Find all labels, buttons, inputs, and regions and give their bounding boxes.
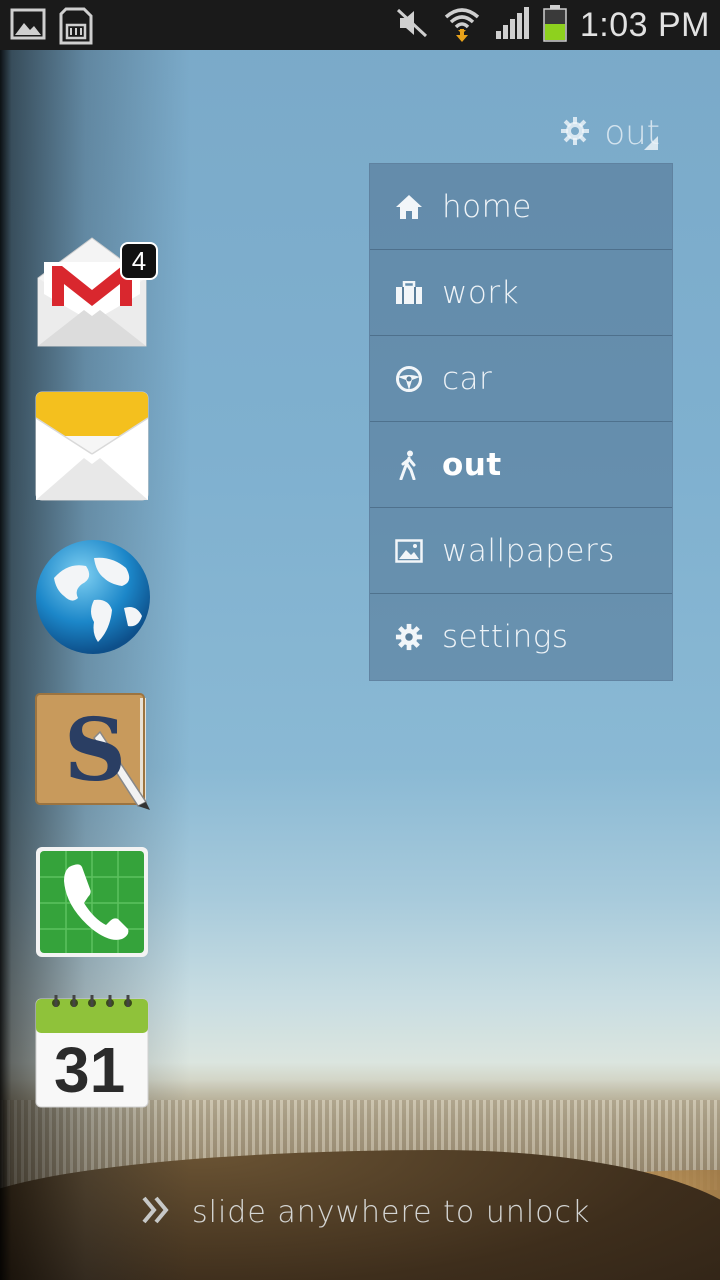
signal-icon xyxy=(494,5,530,45)
app-calendar[interactable]: 31 xyxy=(34,995,150,1111)
gmail-badge: 4 xyxy=(120,242,158,280)
clock: 1:03 PM xyxy=(579,5,710,44)
dropdown-indicator xyxy=(644,136,658,150)
profile-menu: home work car out wallpapers settings xyxy=(369,163,673,681)
walking-icon xyxy=(394,450,424,480)
menu-item-settings[interactable]: settings xyxy=(370,594,672,680)
menu-item-wallpapers[interactable]: wallpapers xyxy=(370,508,672,594)
briefcase-icon xyxy=(394,278,424,308)
status-bar: 1:03 PM xyxy=(0,0,720,50)
menu-item-car[interactable]: car xyxy=(370,336,672,422)
app-email[interactable] xyxy=(34,388,150,504)
gear-icon xyxy=(394,622,424,652)
menu-item-home[interactable]: home xyxy=(370,164,672,250)
lock-screen[interactable]: 1:03 PM out home work car out wallpapers… xyxy=(0,0,720,1280)
mute-icon xyxy=(394,6,430,44)
app-internet[interactable] xyxy=(34,538,150,654)
steering-wheel-icon xyxy=(394,364,424,394)
unlock-hint[interactable]: slide anywhere to unlock xyxy=(140,1190,590,1234)
app-phone[interactable] xyxy=(34,845,150,961)
phone-icon xyxy=(36,847,148,957)
calendar-date: 31 xyxy=(54,1034,126,1106)
home-icon xyxy=(394,192,424,222)
app-gmail[interactable]: 4 xyxy=(34,234,158,350)
gear-icon xyxy=(560,116,590,150)
email-icon xyxy=(35,391,149,501)
unlock-text: slide anywhere to unlock xyxy=(192,1194,591,1230)
menu-item-work[interactable]: work xyxy=(370,250,672,336)
globe-icon xyxy=(36,540,150,654)
s-note-glyph: S xyxy=(64,700,127,801)
sd-card-icon xyxy=(58,7,94,49)
double-chevron-right-icon xyxy=(140,1194,172,1230)
image-icon xyxy=(394,536,424,566)
menu-item-out[interactable]: out xyxy=(370,422,672,508)
gallery-icon xyxy=(10,7,46,49)
wifi-icon xyxy=(442,3,482,47)
badge-count: 4 xyxy=(131,245,147,276)
battery-icon xyxy=(542,4,568,46)
app-s-note[interactable]: S xyxy=(34,692,150,810)
